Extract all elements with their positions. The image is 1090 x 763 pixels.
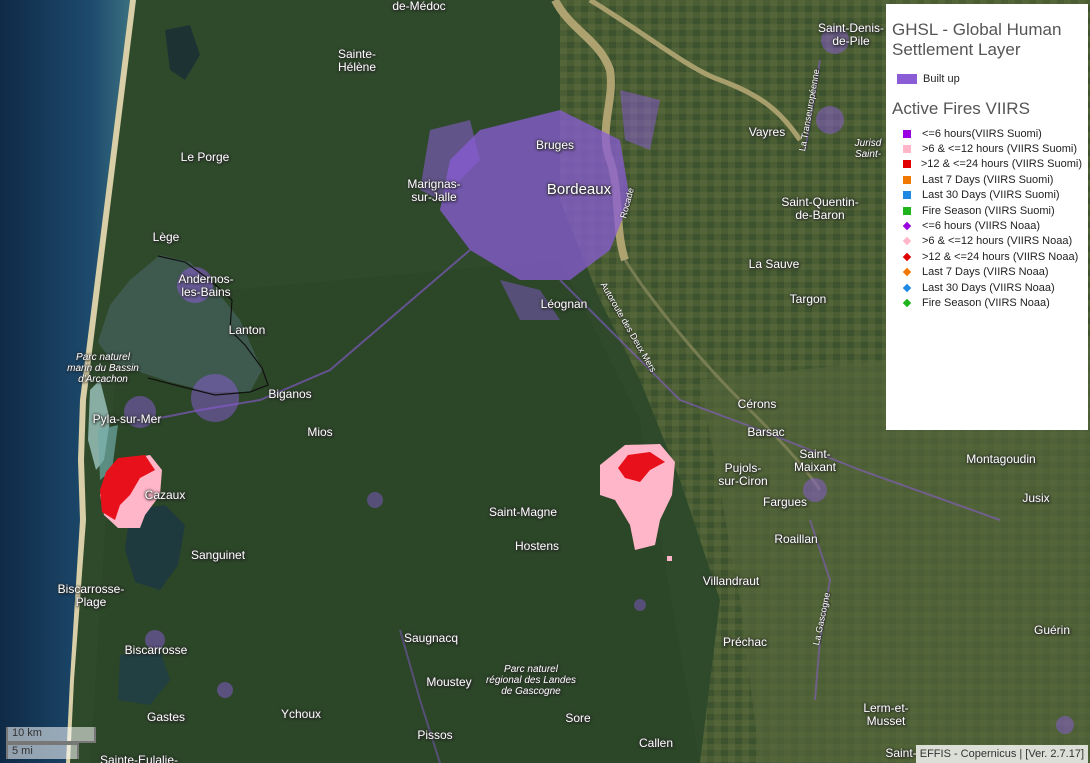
diamond-marker-icon: [892, 237, 922, 246]
diamond-marker-icon: [892, 221, 922, 231]
fire-legend-label: >6 & <=12 hours (VIIRS Suomi): [922, 143, 1077, 156]
fire-legend-item: >12 & <=24 hours (VIIRS Suomi): [892, 157, 1082, 172]
place-label: Cazaux: [144, 488, 186, 502]
place-label: Gastes: [146, 710, 186, 724]
map-view[interactable]: de-Médoc Sainte- Hélène Saint-Denis- de-…: [0, 0, 1090, 763]
place-label: de-Médoc: [392, 0, 446, 13]
place-label: Saint- Maixant: [793, 447, 837, 474]
fire-legend-label: Last 7 Days (VIIRS Noaa): [922, 266, 1049, 279]
place-label: Biscarrosse: [124, 643, 188, 657]
fire-legend-label: <=6 hours(VIIRS Suomi): [922, 127, 1042, 140]
diamond-marker-icon: [892, 298, 922, 308]
place-label: Sore: [565, 711, 591, 725]
fire-legend-label: Fire Season (VIIRS Suomi): [922, 204, 1055, 217]
place-label: Saugnacq: [403, 631, 459, 645]
place-label: La Sauve: [748, 257, 800, 271]
scale-mi: 5 mi: [6, 743, 79, 759]
place-label: Jusix: [1022, 491, 1050, 505]
place-label: Vayres: [748, 125, 786, 139]
builtup-legend-item: Built up: [892, 71, 1082, 87]
fires-legend-title: Active Fires VIIRS: [892, 99, 1030, 118]
place-label: Pyla-sur-Mer: [92, 412, 162, 426]
square-marker-icon: [892, 160, 921, 169]
square-marker-icon: [892, 145, 922, 154]
place-label: Marignas- sur-Jalle: [407, 177, 461, 204]
fire-legend-item: <=6 hours(VIIRS Suomi): [892, 126, 1082, 141]
diamond-marker-icon: [892, 252, 922, 262]
fire-legend-label: Last 7 Days (VIIRS Suomi): [922, 173, 1054, 186]
square-marker-icon: [892, 175, 922, 184]
fire-legend-item: >6 & <=12 hours (VIIRS Suomi): [892, 141, 1082, 156]
place-label: Jurisd Saint-: [854, 138, 882, 160]
square-marker-icon: [892, 191, 922, 200]
ghsl-legend-title: GHSL - Global Human Settlement Layer: [892, 20, 1062, 59]
scale-bar: 10 km 5 mi: [6, 727, 96, 759]
fire-legend-label: >6 & <=12 hours (VIIRS Noaa): [922, 235, 1073, 248]
place-label: Lège: [152, 230, 180, 244]
place-label: Pissos: [417, 728, 453, 742]
scale-km: 10 km: [6, 727, 96, 743]
fire-legend-label: <=6 hours (VIIRS Noaa): [922, 220, 1041, 233]
place-label: Villandraut: [702, 574, 760, 588]
fire-legend-item: Last 30 Days (VIIRS Noaa): [892, 280, 1082, 295]
fire-legend-label: Last 30 Days (VIIRS Suomi): [922, 189, 1060, 202]
place-label: Moustey: [426, 675, 472, 689]
place-label: Lanton: [228, 323, 266, 337]
place-label: Cérons: [737, 397, 777, 411]
place-label: Biscarrosse- Plage: [57, 582, 125, 609]
place-label: Biganos: [268, 387, 312, 401]
builtup-swatch: [897, 74, 917, 84]
fire-legend-label: >12 & <=24 hours (VIIRS Suomi): [920, 158, 1082, 171]
fire-legend-label: Last 30 Days (VIIRS Noaa): [922, 281, 1055, 294]
fire-legend-label: >12 & <=24 hours (VIIRS Noaa): [922, 250, 1079, 263]
fire-legend-item: >6 & <=12 hours (VIIRS Noaa): [892, 234, 1082, 249]
place-label: Lerm-et- Musset: [863, 701, 909, 728]
place-label: Ychoux: [280, 707, 322, 721]
place-label: Andernos- les-Bains: [178, 272, 234, 299]
place-label: Pujols- sur-Ciron: [718, 461, 768, 488]
legend-panel: GHSL - Global Human Settlement Layer Bui…: [886, 4, 1088, 430]
fire-legend-item: Last 7 Days (VIIRS Noaa): [892, 265, 1082, 280]
place-label: Saint-Quentin- de-Baron: [781, 195, 859, 222]
place-label: Sainte-Eulalie-: [99, 753, 179, 763]
builtup-label: Built up: [923, 73, 960, 85]
fire-legend-list: <=6 hours(VIIRS Suomi) >6 & <=12 hours (V…: [892, 126, 1082, 311]
fire-legend-item: Last 30 Days (VIIRS Suomi): [892, 188, 1082, 203]
attribution[interactable]: EFFIS - Copernicus | [Ver. 2.7.17]: [915, 745, 1088, 763]
square-marker-icon: [892, 206, 922, 215]
place-label: Sanguinet: [190, 548, 246, 562]
place-label: Hostens: [514, 539, 560, 553]
square-marker-icon: [892, 129, 922, 138]
fire-legend-item: Last 7 Days (VIIRS Suomi): [892, 172, 1082, 187]
fire-legend-label: Fire Season (VIIRS Noaa): [922, 296, 1050, 309]
place-label: Barsac: [747, 425, 785, 439]
place-label: Targon: [789, 292, 827, 306]
fire-legend-item: Fire Season (VIIRS Suomi): [892, 203, 1082, 218]
fire-legend-item: >12 & <=24 hours (VIIRS Noaa): [892, 249, 1082, 264]
place-label: Parc naturel régional des Landes de Gasc…: [485, 664, 577, 697]
place-label: Roaillan: [774, 532, 818, 546]
place-label: Fargues: [762, 495, 808, 509]
place-label: Saint-: [885, 746, 917, 760]
place-label: Saint-Magne: [488, 505, 558, 519]
place-label: Guérin: [1033, 623, 1071, 637]
place-label: Parc naturel marin du Bassin d'Arcachon: [67, 352, 139, 385]
place-label: Mios: [307, 425, 333, 439]
place-label: Bordeaux: [546, 181, 612, 198]
place-label: Sainte- Hélène: [337, 47, 377, 74]
fire-legend-item: <=6 hours (VIIRS Noaa): [892, 218, 1082, 233]
diamond-marker-icon: [892, 267, 922, 277]
place-label: Le Porge: [180, 150, 230, 164]
place-label: Callen: [638, 736, 674, 750]
place-label: Léognan: [540, 297, 588, 311]
place-label: Saint-Denis- de-Pile: [817, 21, 885, 48]
place-label: Bruges: [535, 138, 575, 152]
place-label: Préchac: [722, 635, 768, 649]
fire-legend-item: Fire Season (VIIRS Noaa): [892, 295, 1082, 310]
place-label: Montagoudin: [966, 452, 1036, 466]
diamond-marker-icon: [892, 283, 922, 292]
